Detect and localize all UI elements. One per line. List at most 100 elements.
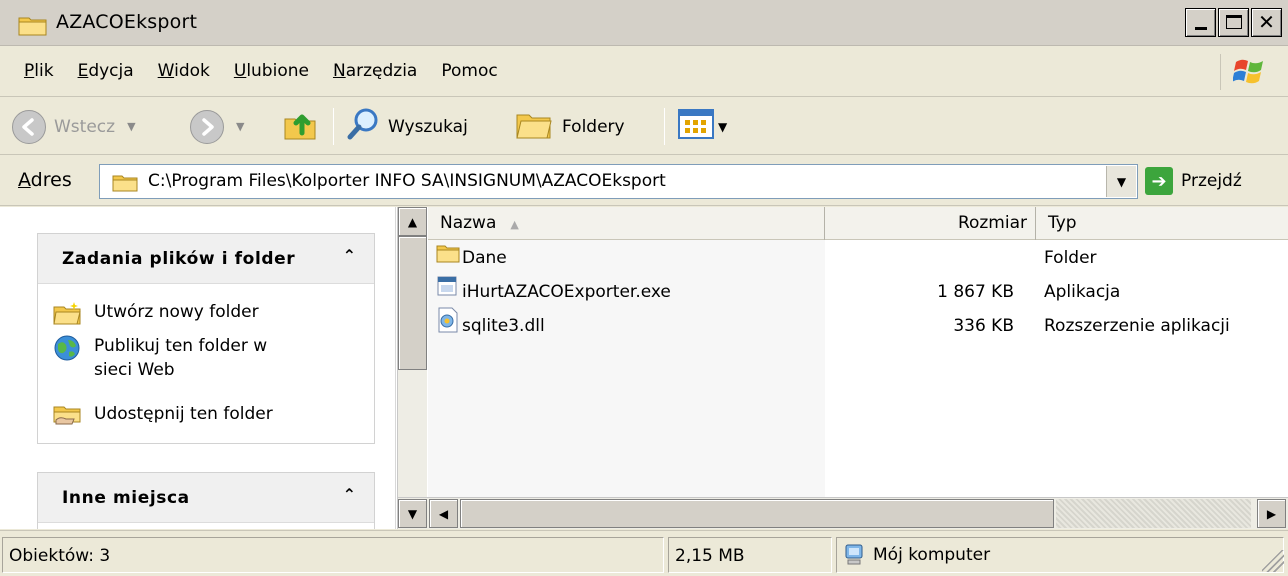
up-folder-icon xyxy=(282,105,320,148)
scroll-up-icon[interactable]: ▲ xyxy=(398,207,427,236)
folders-icon xyxy=(514,107,554,146)
status-bar: Obiektów: 3 2,15 MB Mój komputer xyxy=(0,530,1288,576)
menu-favorites-label: lubione xyxy=(246,61,309,81)
minimize-icon xyxy=(1195,27,1207,30)
menu-edit-key: E xyxy=(77,61,89,81)
scroll-right-icon[interactable]: ▶ xyxy=(1257,499,1286,528)
maximize-icon xyxy=(1226,15,1242,29)
menu-help[interactable]: Pomoc xyxy=(441,61,497,81)
back-label: Wstecz xyxy=(54,116,116,137)
file-name: Dane xyxy=(462,248,507,268)
task-pane: Zadania plików i folder ⌃ Utwórz nowy fo… xyxy=(0,207,396,529)
close-icon: ✕ xyxy=(1258,10,1275,34)
window-title: AZACOEksport xyxy=(56,11,198,33)
other-places-title: Inne miejsca xyxy=(62,488,190,508)
file-size: 1 867 KB xyxy=(937,282,1014,302)
file-row[interactable]: sqlite3.dll 336 KB Rozszerzenie aplikacj… xyxy=(428,307,1288,343)
file-list-hscrollbar[interactable]: ▼ ◀ ▶ xyxy=(398,497,1288,529)
other-places-panel: Inne miejsca ⌃ xyxy=(37,472,375,529)
task-pane-scrollbar[interactable]: ▲ ▼ xyxy=(397,207,427,529)
forward-arrow-icon xyxy=(190,109,224,144)
hscroll-thumb[interactable] xyxy=(460,499,1054,528)
forward-dropdown-icon[interactable]: ▼ xyxy=(236,120,244,133)
column-size-label: Rozmiar xyxy=(957,213,1027,233)
task-publish-web-label: Publikuj ten folder w sieci Web xyxy=(94,336,268,380)
search-button[interactable]: Wyszukaj xyxy=(346,98,468,155)
file-tasks-title: Zadania plików i folder xyxy=(62,249,296,269)
folders-label: Foldery xyxy=(562,116,625,137)
resize-grip-icon[interactable] xyxy=(1262,550,1284,572)
menu-tools-label: arzędzia xyxy=(345,61,418,81)
column-header: Nazwa ▲ Rozmiar Typ xyxy=(428,207,1288,240)
address-path: C:\Program Files\Kolporter INFO SA\INSIG… xyxy=(148,171,666,191)
forward-button[interactable]: ▼ xyxy=(190,98,244,155)
my-computer-icon xyxy=(843,543,865,567)
column-type-label: Typ xyxy=(1048,213,1077,233)
search-icon xyxy=(346,106,382,147)
task-new-folder-label: Utwórz nowy folder xyxy=(94,302,259,322)
column-type[interactable]: Typ xyxy=(1036,207,1288,240)
menu-file-key: P xyxy=(24,61,35,81)
hscroll-track[interactable] xyxy=(1056,499,1251,528)
sort-ascending-icon: ▲ xyxy=(510,218,519,231)
close-button[interactable]: ✕ xyxy=(1251,8,1282,37)
menu-help-label: Pomoc xyxy=(441,61,498,81)
up-folder-button[interactable] xyxy=(282,98,320,155)
menu-file[interactable]: Plik xyxy=(24,61,54,81)
menu-favorites[interactable]: Ulubione xyxy=(234,61,309,81)
scroll-thumb[interactable] xyxy=(398,236,427,370)
back-dropdown-icon[interactable]: ▼ xyxy=(127,120,135,133)
file-name: iHurtAZACOExporter.exe xyxy=(462,282,671,302)
column-size[interactable]: Rozmiar xyxy=(825,207,1036,240)
title-bar[interactable]: AZACOEksport ✕ xyxy=(0,0,1288,46)
file-tasks-header[interactable]: Zadania plików i folder ⌃ xyxy=(38,234,374,284)
file-type: Folder xyxy=(1044,248,1097,268)
menu-edit[interactable]: Edycja xyxy=(78,61,134,81)
menu-bar: Plik Edycja Widok Ulubione Narzędzia Pom… xyxy=(0,47,1288,97)
menu-tools[interactable]: Narzędzia xyxy=(333,61,417,81)
status-objects: Obiektów: 3 xyxy=(2,537,664,573)
search-label: Wyszukaj xyxy=(388,116,468,137)
go-button[interactable]: ➔ Przejdź xyxy=(1145,165,1242,197)
back-arrow-icon xyxy=(12,109,46,144)
file-tasks-panel: Zadania plików i folder ⌃ Utwórz nowy fo… xyxy=(37,233,375,444)
scroll-left-icon[interactable]: ◀ xyxy=(429,499,458,528)
address-dropdown-icon[interactable]: ▼ xyxy=(1106,166,1136,197)
file-name: sqlite3.dll xyxy=(462,316,545,336)
file-row[interactable]: iHurtAZACOExporter.exe 1 867 KB Aplikacj… xyxy=(428,275,1288,309)
task-new-folder[interactable]: Utwórz nowy folder xyxy=(52,300,259,331)
views-dropdown-icon[interactable]: ▼ xyxy=(718,120,727,134)
menu-edit-label: dycja xyxy=(88,61,134,81)
menu-favorites-key: U xyxy=(233,61,247,81)
minimize-button[interactable] xyxy=(1185,8,1216,37)
folders-button[interactable]: Foldery xyxy=(514,98,625,155)
collapse-chevron-icon[interactable]: ⌃ xyxy=(343,485,356,504)
column-name[interactable]: Nazwa ▲ xyxy=(428,207,825,240)
maximize-button[interactable] xyxy=(1218,8,1249,37)
menu-file-label: lik xyxy=(34,61,54,81)
explorer-window: AZACOEksport ✕ Plik Edycja Widok Ulubion… xyxy=(0,0,1288,576)
folder-icon xyxy=(18,14,48,41)
menu-view-key: W xyxy=(157,61,175,81)
other-places-header[interactable]: Inne miejsca ⌃ xyxy=(38,473,374,523)
status-size: 2,15 MB xyxy=(668,537,832,573)
share-folder-icon xyxy=(52,402,82,433)
views-icon xyxy=(678,109,714,144)
file-size: 336 KB xyxy=(953,316,1014,336)
back-button[interactable]: Wstecz ▼ xyxy=(12,98,136,155)
publish-web-icon xyxy=(52,334,82,367)
address-input[interactable]: C:\Program Files\Kolporter INFO SA\INSIG… xyxy=(99,164,1138,199)
collapse-chevron-icon[interactable]: ⌃ xyxy=(343,246,356,265)
file-type: Rozszerzenie aplikacji xyxy=(1044,316,1230,336)
scroll-down-icon[interactable]: ▼ xyxy=(398,499,427,528)
file-row[interactable]: Dane Folder xyxy=(428,241,1288,275)
menu-view[interactable]: Widok xyxy=(158,61,210,81)
content-area: Zadania plików i folder ⌃ Utwórz nowy fo… xyxy=(0,207,1288,529)
task-publish-web[interactable]: Publikuj ten folder w sieci Web xyxy=(52,334,282,382)
task-share-folder[interactable]: Udostępnij ten folder xyxy=(52,402,273,433)
go-arrow-icon: ➔ xyxy=(1145,167,1173,195)
file-name-cell: sqlite3.dll xyxy=(436,307,545,343)
views-button[interactable]: ▼ xyxy=(678,98,727,155)
menu-tools-key: N xyxy=(332,61,346,81)
windows-logo-icon xyxy=(1220,54,1270,90)
